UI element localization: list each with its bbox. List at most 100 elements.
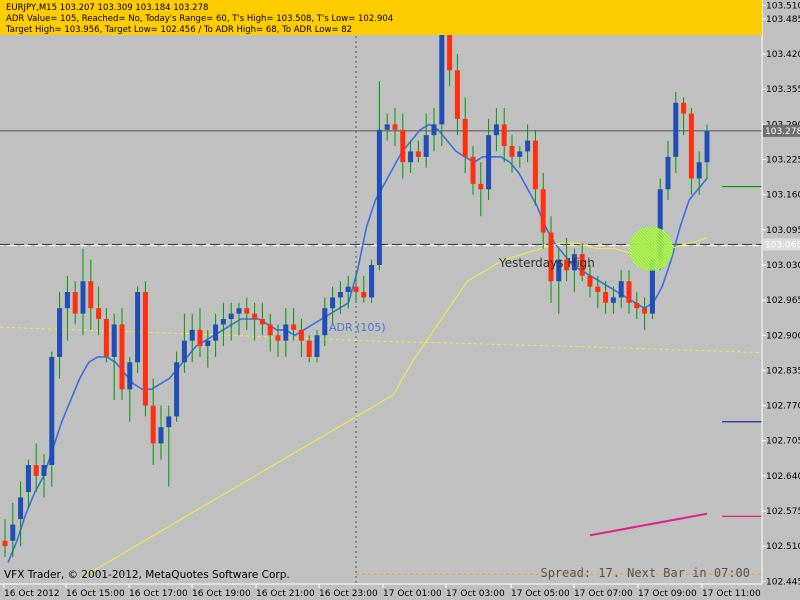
candle-body <box>158 427 164 444</box>
candle-body <box>252 313 258 320</box>
candle-body <box>119 324 125 390</box>
price-tick-label: 103.485 <box>766 15 800 25</box>
candle-body <box>41 465 47 476</box>
price-tick-label: 103.160 <box>766 191 800 201</box>
price-tick-label: 102.900 <box>766 331 800 341</box>
ask-price-label: 103.068 <box>765 240 800 250</box>
spread-next-bar-text: Spread: 17. Next Bar in 07:00 <box>540 566 750 580</box>
time-tick-label: 17 Oct 11:00 <box>702 589 761 599</box>
candle-body <box>181 340 187 363</box>
price-tick-label: 102.445 <box>766 577 800 587</box>
price-tick-label: 103.030 <box>766 261 800 271</box>
candle-body <box>197 329 203 347</box>
candle-body <box>595 286 601 292</box>
candle-body <box>283 324 289 341</box>
candle-body <box>361 292 367 298</box>
candle-body <box>64 292 70 309</box>
time-tick-label: 17 Oct 05:00 <box>511 589 570 599</box>
time-tick-label: 16 Oct 2012 <box>4 589 60 599</box>
candle-body <box>111 324 117 357</box>
symbol-ohlc-line: EURJPY,M15 103.207 103.309 103.184 103.2… <box>6 3 209 13</box>
candles <box>2 5 710 557</box>
candle-body <box>142 292 148 406</box>
candle-body <box>291 324 297 330</box>
target-zone-marker <box>629 226 673 271</box>
price-tick-label: 102.640 <box>766 472 800 482</box>
target-info-line: Target High= 103.956, Target Low= 102.45… <box>6 25 353 35</box>
axes: 103.510103.485103.420103.355103.290103.2… <box>0 0 800 599</box>
price-tick-label: 102.965 <box>766 296 800 306</box>
candle-body <box>25 465 31 493</box>
candle-body <box>634 302 640 309</box>
candle-body <box>696 162 702 179</box>
candle-body <box>540 189 546 233</box>
candle-body <box>345 286 351 292</box>
candle-body <box>439 27 445 125</box>
overlay <box>629 226 673 271</box>
candle-body <box>665 156 671 190</box>
candle-body <box>423 135 429 157</box>
candle-body <box>517 151 523 157</box>
candle-body <box>306 340 312 357</box>
candle-body <box>462 118 468 157</box>
candle-body <box>220 319 226 325</box>
candle-body <box>96 308 102 320</box>
candle-body <box>681 102 687 114</box>
candle-body <box>236 308 242 314</box>
candle-body <box>673 102 679 157</box>
time-tick-label: 16 Oct 19:00 <box>192 589 251 599</box>
candle-body <box>688 113 694 179</box>
candle-body <box>392 124 398 130</box>
price-tick-label: 103.420 <box>766 50 800 60</box>
time-tick-label: 17 Oct 01:00 <box>383 589 442 599</box>
candle-body <box>298 329 304 341</box>
candle-body <box>189 329 195 341</box>
time-tick-label: 16 Oct 15:00 <box>66 589 125 599</box>
candle-body <box>228 313 234 320</box>
candle-body <box>88 281 94 309</box>
magenta-line <box>589 512 708 537</box>
candle-body <box>174 362 180 417</box>
price-tick-label: 103.510 <box>766 1 800 11</box>
candle-body <box>127 362 133 390</box>
candle-body <box>353 286 359 292</box>
candle-body <box>49 356 55 466</box>
candle-body <box>72 292 78 314</box>
price-tick-label: 102.835 <box>766 366 800 376</box>
candle-body <box>525 140 531 152</box>
candle-body <box>400 129 406 163</box>
chart-svg[interactable]: 103.510103.485103.420103.355103.290103.2… <box>0 0 800 600</box>
time-tick-label: 16 Oct 21:00 <box>256 589 315 599</box>
candle-body <box>80 281 86 314</box>
price-tick-label: 102.575 <box>766 507 800 517</box>
candle-body <box>532 140 538 190</box>
candle-body <box>493 124 499 136</box>
candle-body <box>369 264 375 298</box>
candle-body <box>244 308 250 314</box>
candle-body <box>135 292 141 363</box>
copyright-text: VFX Trader, © 2001-2012, MetaQuotes Soft… <box>4 569 290 581</box>
candle-body <box>10 524 16 541</box>
time-tick-label: 16 Oct 17:00 <box>129 589 188 599</box>
indicator-info-panel: EURJPY,M15 103.207 103.309 103.184 103.2… <box>0 0 762 35</box>
candle-body <box>470 156 476 184</box>
candle-body <box>618 281 624 298</box>
price-tick-label: 102.770 <box>766 402 800 412</box>
candle-body <box>330 297 336 309</box>
candle-body <box>213 324 219 341</box>
candle-body <box>322 308 328 336</box>
candle-body <box>603 292 609 303</box>
price-tick-label: 103.095 <box>766 226 800 236</box>
candle-body <box>205 340 211 347</box>
candle-body <box>166 416 172 428</box>
price-tick-label: 103.355 <box>766 85 800 95</box>
candle-body <box>18 497 24 520</box>
time-tick-label: 17 Oct 09:00 <box>638 589 697 599</box>
bid-price-label: 103.278 <box>765 127 800 137</box>
time-tick-label: 17 Oct 03:00 <box>446 589 505 599</box>
candle-body <box>486 135 492 190</box>
time-tick-label: 16 Oct 23:00 <box>319 589 378 599</box>
candle-body <box>454 70 460 119</box>
candle-body <box>501 124 507 146</box>
price-tick-label: 103.225 <box>766 156 800 166</box>
